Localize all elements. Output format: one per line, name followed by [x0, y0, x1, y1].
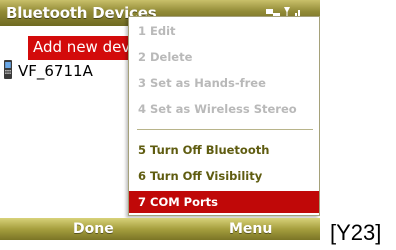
context-menu: 1 Edit 2 Delete 3 Set as Hands-free 4 Se…: [128, 16, 320, 216]
device-name: VF_6711A: [18, 62, 93, 80]
menu-item-label: 3 Set as Hands-free: [138, 76, 266, 90]
menu-item-com-ports[interactable]: 7 COM Ports: [129, 191, 319, 213]
menu-item-set-hands-free[interactable]: 3 Set as Hands-free: [129, 72, 319, 94]
menu-softkey[interactable]: Menu: [229, 221, 272, 237]
menu-item-label: 7 COM Ports: [138, 195, 219, 209]
menu-item-label: 1 Edit: [138, 24, 176, 38]
done-softkey[interactable]: Done: [73, 221, 114, 237]
phone-screen: Bluetooth Devices Add new device... VF_6…: [0, 0, 320, 240]
softkey-bar: Done Menu: [0, 218, 320, 240]
menu-item-delete[interactable]: 2 Delete: [129, 46, 319, 68]
menu-item-label: 4 Set as Wireless Stereo: [138, 102, 297, 116]
menu-item-label: 5 Turn Off Bluetooth: [138, 143, 270, 157]
menu-item-set-wireless-stereo[interactable]: 4 Set as Wireless Stereo: [129, 98, 319, 120]
menu-item-turn-off-bluetooth[interactable]: 5 Turn Off Bluetooth: [129, 139, 319, 161]
menu-item-label: 6 Turn Off Visibility: [138, 169, 263, 183]
caption-label: [Y23]: [330, 220, 382, 245]
phone-icon: [4, 60, 12, 79]
menu-item-turn-off-visibility[interactable]: 6 Turn Off Visibility: [129, 165, 319, 187]
menu-divider: [137, 129, 313, 130]
menu-item-label: 2 Delete: [138, 50, 193, 64]
menu-item-edit[interactable]: 1 Edit: [129, 20, 319, 42]
